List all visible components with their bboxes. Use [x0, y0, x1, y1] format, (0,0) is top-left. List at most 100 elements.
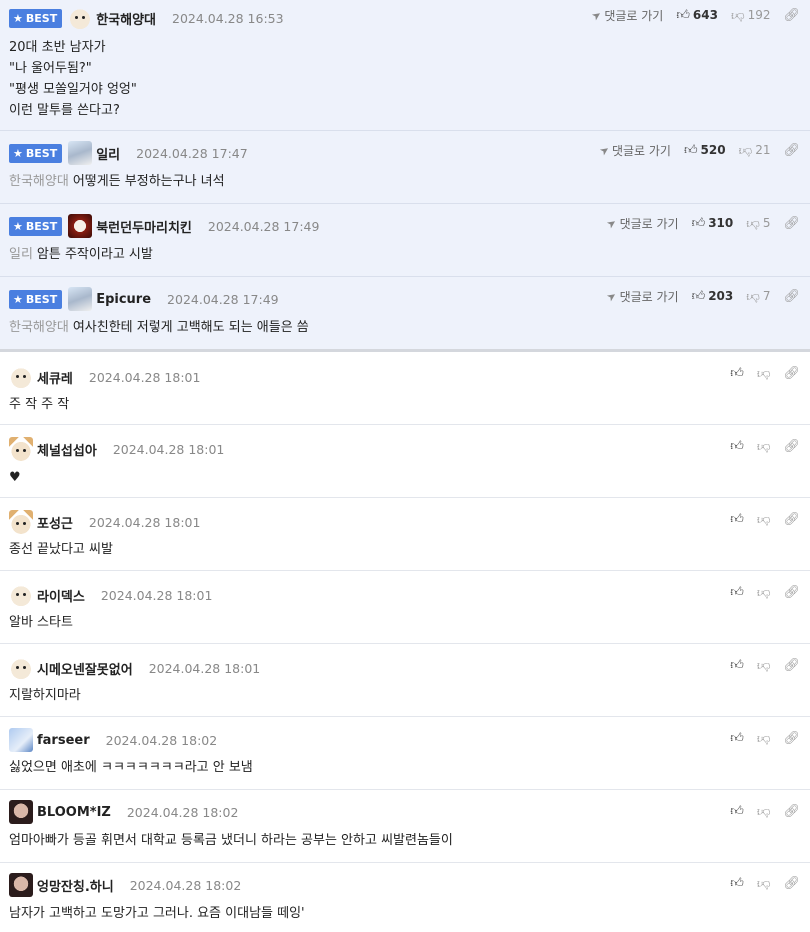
timestamp: 2024.04.28 17:49: [167, 291, 279, 307]
comment-list: 세큐레 2024.04.28 18:01 👍︎ 👍︎ 🔗︎ 주 작 주 작 체널…: [0, 352, 810, 932]
thumbs-up-icon[interactable]: 👍︎: [730, 367, 744, 380]
thumbs-down-icon[interactable]: 👍︎: [757, 658, 771, 673]
thumbs-down-icon: 👍︎: [746, 215, 760, 231]
thumbs-up-icon[interactable]: 👍︎: [730, 805, 744, 818]
link-icon[interactable]: 🔗︎: [783, 439, 800, 454]
send-arrow-icon: ➤: [589, 7, 605, 23]
avatar[interactable]: [9, 728, 33, 752]
thumbs-up-icon[interactable]: 👍︎: [730, 440, 744, 453]
link-icon[interactable]: 🔗︎: [783, 512, 800, 527]
comment-text: ♥: [9, 470, 21, 485]
upvote-button[interactable]: 👍︎ 520: [684, 143, 726, 157]
thumbs-up-icon[interactable]: 👍︎: [730, 586, 744, 599]
thumbs-up-icon: 👍︎: [691, 288, 706, 304]
reply-target[interactable]: 한국해양대: [9, 174, 69, 189]
avatar[interactable]: [9, 437, 33, 461]
comment: farseer 2024.04.28 18:02 👍︎ 👍︎ 🔗︎ 싫었으면 애…: [0, 717, 810, 790]
thumbs-down-icon[interactable]: 👍︎: [757, 585, 771, 600]
comment: 체널섭섭아 2024.04.28 18:01 👍︎ 👍︎ 🔗︎ ♥: [0, 425, 810, 498]
nickname[interactable]: 북런던두마리치킨: [96, 217, 192, 236]
avatar[interactable]: [9, 365, 33, 389]
upvote-button[interactable]: 👍︎ 310: [692, 216, 734, 230]
goto-comment-link[interactable]: ➤ 댓글로 가기: [604, 288, 678, 305]
avatar[interactable]: [9, 800, 33, 824]
thumbs-down-icon: 👍︎: [738, 142, 753, 158]
best-comments: ★ BEST 한국해양대 2024.04.28 16:53 ➤ 댓글로 가기 👍︎ 6…: [0, 0, 810, 352]
avatar[interactable]: [68, 287, 93, 311]
nickname[interactable]: 라이덱스: [37, 586, 85, 605]
timestamp: 2024.04.28 18:01: [112, 441, 225, 457]
downvote-button[interactable]: 👍︎ 5: [746, 215, 770, 231]
link-icon[interactable]: 🔗︎: [783, 585, 800, 600]
nickname[interactable]: 시메오넨잘못없어: [37, 659, 133, 678]
avatar[interactable]: [9, 656, 33, 680]
comment-section: ★ BEST 한국해양대 2024.04.28 16:53 ➤ 댓글로 가기 👍︎ 6…: [0, 0, 810, 932]
timestamp: 2024.04.28 18:01: [148, 660, 261, 676]
avatar[interactable]: [68, 214, 93, 238]
thumbs-up-icon[interactable]: 👍︎: [730, 732, 744, 745]
nickname[interactable]: 일리: [96, 144, 120, 163]
goto-comment-link[interactable]: ➤ 댓글로 가기: [596, 142, 671, 159]
link-icon[interactable]: 🔗︎: [783, 216, 800, 231]
nickname[interactable]: 체널섭섭아: [37, 440, 97, 459]
link-icon[interactable]: 🔗︎: [783, 289, 800, 304]
thumbs-down-icon[interactable]: 👍︎: [757, 731, 771, 746]
nickname[interactable]: 포성근: [37, 513, 73, 532]
link-icon[interactable]: 🔗︎: [783, 658, 800, 673]
reply-target[interactable]: 일리: [9, 247, 33, 262]
timestamp: 2024.04.28 18:01: [88, 369, 201, 385]
comment-text: 한국해양대 여사친한테 저렇게 고백해도 되는 애들은 씀: [9, 320, 309, 335]
timestamp: 2024.04.28 17:49: [207, 218, 320, 234]
star-icon: ★: [13, 292, 23, 306]
thumbs-up-icon: 👍︎: [691, 215, 706, 231]
thumbs-down-icon[interactable]: 👍︎: [757, 512, 771, 527]
comment: 세큐레 2024.04.28 18:01 👍︎ 👍︎ 🔗︎ 주 작 주 작: [0, 352, 810, 425]
nickname[interactable]: 엉망잔칭.하니: [37, 876, 114, 895]
avatar[interactable]: [9, 510, 33, 534]
timestamp: 2024.04.28 18:01: [100, 587, 213, 603]
link-icon[interactable]: 🔗︎: [783, 804, 800, 819]
upvote-button[interactable]: 👍︎ 203: [692, 289, 734, 303]
link-icon[interactable]: 🔗︎: [783, 876, 800, 891]
thumbs-down-icon[interactable]: 👍︎: [757, 804, 771, 819]
thumbs-down-icon[interactable]: 👍︎: [757, 366, 771, 381]
comment: 라이덱스 2024.04.28 18:01 👍︎ 👍︎ 🔗︎ 알바 스타트: [0, 571, 810, 644]
nickname[interactable]: farseer: [37, 733, 90, 748]
thumbs-up-icon: 👍︎: [676, 7, 690, 23]
best-badge: ★ BEST: [9, 289, 63, 309]
best-comment: ★ BEST 일리 2024.04.28 17:47 ➤ 댓글로 가기 👍︎ 520 …: [0, 131, 810, 204]
link-icon[interactable]: 🔗︎: [783, 8, 800, 23]
comment-text: 엄마아빠가 등골 휘면서 대학교 등록금 냈더니 하라는 공부는 안하고 씨발련…: [9, 833, 453, 848]
star-icon: ★: [13, 219, 23, 233]
send-arrow-icon: ➤: [604, 215, 620, 231]
link-icon[interactable]: 🔗︎: [783, 366, 800, 381]
thumbs-down-icon[interactable]: 👍︎: [757, 439, 771, 454]
goto-comment-link[interactable]: ➤ 댓글로 가기: [604, 215, 678, 232]
nickname[interactable]: BLOOM*IZ: [37, 805, 111, 820]
thumbs-down-icon[interactable]: 👍︎: [757, 876, 771, 891]
nickname[interactable]: Epicure: [96, 292, 151, 307]
thumbs-down-icon: 👍︎: [746, 288, 760, 304]
thumbs-down-icon: 👍︎: [730, 7, 745, 23]
link-icon[interactable]: 🔗︎: [783, 731, 800, 746]
avatar[interactable]: [68, 6, 93, 30]
send-arrow-icon: ➤: [596, 142, 612, 158]
link-icon[interactable]: 🔗︎: [783, 143, 800, 158]
thumbs-up-icon[interactable]: 👍︎: [730, 877, 744, 890]
avatar[interactable]: [68, 141, 93, 165]
nickname[interactable]: 한국해양대: [96, 9, 156, 28]
thumbs-up-icon[interactable]: 👍︎: [730, 659, 744, 672]
avatar[interactable]: [9, 873, 33, 897]
reply-target[interactable]: 한국해양대: [9, 320, 69, 335]
comment-text: 남자가 고백하고 도망가고 그러나. 요즘 이대남들 떼잉': [9, 906, 305, 921]
star-icon: ★: [13, 146, 23, 160]
downvote-button[interactable]: 👍︎ 7: [746, 288, 770, 304]
upvote-button[interactable]: 👍︎ 643: [676, 8, 718, 22]
downvote-button[interactable]: 👍︎ 192: [730, 7, 771, 23]
avatar[interactable]: [9, 583, 33, 607]
nickname[interactable]: 세큐레: [37, 368, 73, 387]
goto-comment-link[interactable]: ➤ 댓글로 가기: [589, 7, 663, 24]
thumbs-up-icon[interactable]: 👍︎: [730, 513, 744, 526]
comment: 시메오넨잘못없어 2024.04.28 18:01 👍︎ 👍︎ 🔗︎ 지랄하지마…: [0, 644, 810, 717]
downvote-button[interactable]: 👍︎ 21: [738, 142, 771, 158]
